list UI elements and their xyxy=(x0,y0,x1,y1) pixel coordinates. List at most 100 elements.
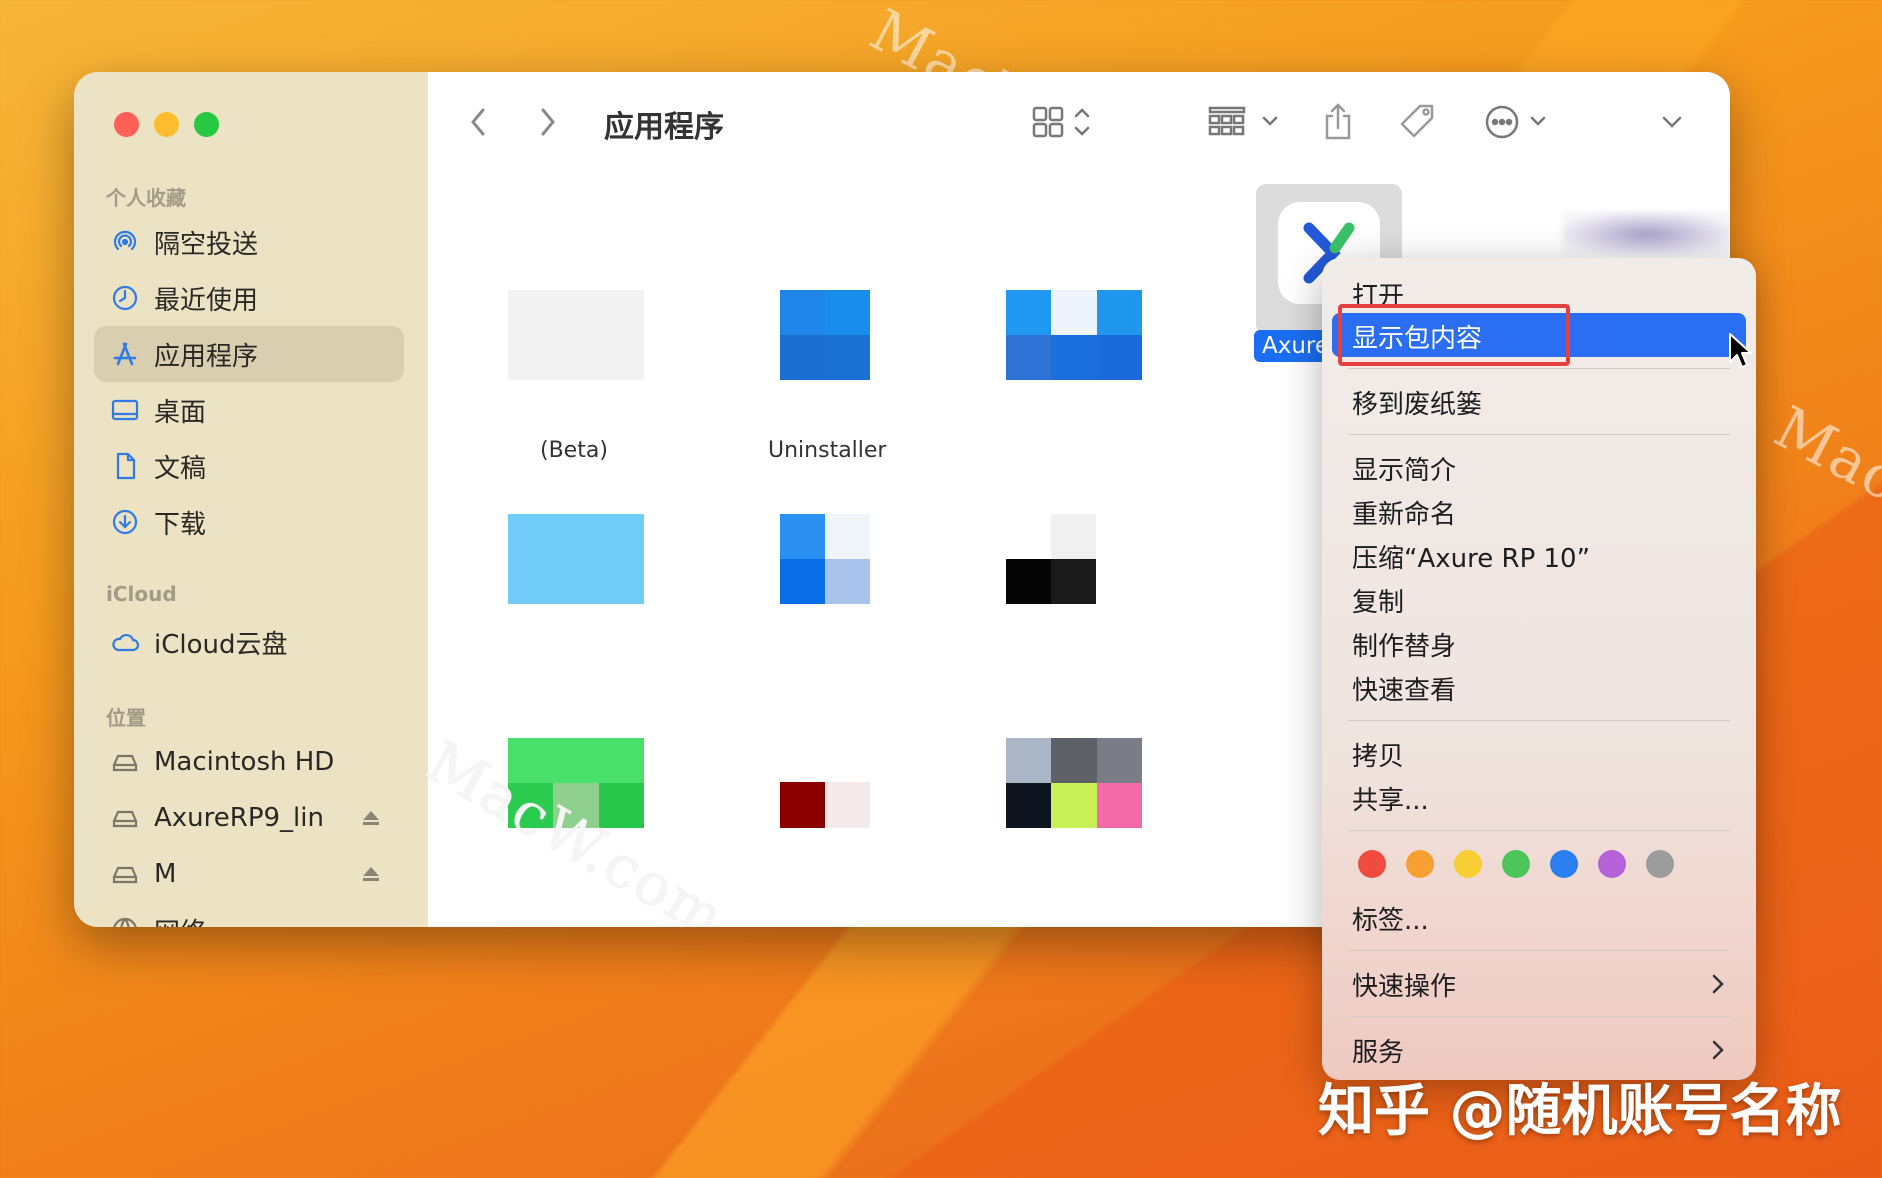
sidebar-item-label: 网络 xyxy=(154,912,206,928)
more-actions-button[interactable] xyxy=(1484,100,1554,144)
menu-separator xyxy=(1348,830,1730,831)
tag-color-dot[interactable] xyxy=(1406,850,1434,878)
tag-color-dot[interactable] xyxy=(1502,850,1530,878)
menu-item-rename[interactable]: 重新命名 xyxy=(1352,494,1456,531)
app-icon[interactable] xyxy=(1006,514,1096,604)
sidebar-item-axurerp9-volume[interactable]: AxureRP9_lin xyxy=(94,790,404,846)
menu-item-quick-look[interactable]: 快速查看 xyxy=(1352,670,1456,707)
app-icon[interactable] xyxy=(1562,212,1730,256)
chevron-down-icon xyxy=(1662,116,1682,128)
share-icon xyxy=(1325,103,1351,140)
app-icon[interactable] xyxy=(780,782,870,828)
forward-button[interactable] xyxy=(538,100,558,144)
back-button[interactable] xyxy=(468,100,488,144)
disk-icon xyxy=(110,859,140,889)
download-icon xyxy=(110,507,140,537)
icon-view-icon xyxy=(1032,106,1090,138)
mouse-pointer-icon xyxy=(1729,333,1752,368)
sidebar-item-desktop[interactable]: 桌面 xyxy=(94,382,404,438)
tag-icon xyxy=(1400,104,1434,138)
app-icon[interactable] xyxy=(780,290,870,380)
desktop-icon xyxy=(110,395,140,425)
menu-item-share[interactable]: 共享... xyxy=(1352,780,1429,817)
sidebar-item-label: iCloud云盘 xyxy=(154,629,288,660)
menu-separator xyxy=(1348,1016,1730,1017)
menu-separator xyxy=(1348,950,1730,951)
app-icon[interactable] xyxy=(780,514,870,604)
menu-separator xyxy=(1348,434,1730,435)
app-icon[interactable] xyxy=(508,290,644,380)
tag-color-dot[interactable] xyxy=(1358,850,1386,878)
search-button[interactable] xyxy=(1728,100,1730,144)
tag-color-dot[interactable] xyxy=(1454,850,1482,878)
sidebar-item-icloud-drive[interactable]: iCloud云盘 xyxy=(94,614,404,670)
chevron-right-icon xyxy=(1712,974,1724,994)
minimize-window-button[interactable] xyxy=(154,112,179,137)
menu-item-services[interactable]: 服务 xyxy=(1352,1032,1404,1069)
close-window-button[interactable] xyxy=(114,112,139,137)
menu-item-get-info[interactable]: 显示简介 xyxy=(1352,450,1456,487)
menu-item-tags[interactable]: 标签... xyxy=(1352,900,1429,937)
menu-item-quick-actions[interactable]: 快速操作 xyxy=(1352,966,1456,1003)
context-menu: 打开 显示包内容 移到废纸篓 显示简介 重新命名 压缩“Axure RP 10”… xyxy=(1322,258,1756,1080)
sidebar-item-label: AxureRP9_lin xyxy=(154,803,324,833)
window-title: 应用程序 xyxy=(604,110,724,145)
disk-icon xyxy=(110,803,140,833)
disk-icon xyxy=(110,747,140,777)
ellipsis-circle-icon xyxy=(1485,105,1546,139)
sidebar-section-locations: 位置 xyxy=(106,706,146,730)
annotation-highlight-box xyxy=(1338,304,1570,366)
sidebar-item-label: 应用程序 xyxy=(154,341,259,372)
sidebar-item-label: 下载 xyxy=(154,509,207,540)
toolbar: 应用程序 xyxy=(428,72,1730,177)
sidebar-item-label: 桌面 xyxy=(154,397,207,428)
tag-color-dot[interactable] xyxy=(1598,850,1626,878)
airdrop-icon xyxy=(110,227,140,257)
menu-item-move-to-trash[interactable]: 移到废纸篓 xyxy=(1352,384,1482,421)
chevron-right-icon xyxy=(1712,1040,1724,1060)
cloud-icon xyxy=(110,627,140,657)
watermark: Mac xyxy=(1763,392,1882,516)
sidebar-section-icloud: iCloud xyxy=(106,582,177,606)
sidebar-item-documents[interactable]: 文稿 xyxy=(94,438,404,494)
menu-separator xyxy=(1348,720,1730,721)
sidebar-item-label: M xyxy=(154,859,177,889)
caption-text: 知乎 @随机账号名称 xyxy=(1318,1079,1842,1144)
app-icon[interactable] xyxy=(1006,290,1142,380)
sidebar-item-airdrop[interactable]: 隔空投送 xyxy=(94,214,404,270)
sidebar: 个人收藏 隔空投送 最近使用 应用程序 桌面 文稿 下载 iCloud iClo… xyxy=(74,72,429,927)
app-icon[interactable] xyxy=(1006,738,1142,828)
toolbar-overflow-button[interactable] xyxy=(1660,100,1684,144)
group-grid-icon xyxy=(1208,106,1278,136)
tag-color-dot[interactable] xyxy=(1550,850,1578,878)
applications-icon xyxy=(110,339,140,369)
sidebar-item-macintosh-hd[interactable]: Macintosh HD xyxy=(94,734,404,790)
app-name: Uninstaller xyxy=(768,438,887,463)
menu-item-duplicate[interactable]: 复制 xyxy=(1352,582,1404,619)
sidebar-item-m-volume[interactable]: M xyxy=(94,846,404,902)
eject-icon[interactable] xyxy=(362,810,380,826)
menu-item-compress[interactable]: 压缩“Axure RP 10” xyxy=(1352,538,1590,575)
sidebar-item-label: Macintosh HD xyxy=(154,747,335,777)
eject-icon[interactable] xyxy=(362,866,380,882)
group-by-button[interactable] xyxy=(1208,100,1284,144)
tags-button[interactable] xyxy=(1398,100,1438,144)
chevron-right-icon xyxy=(541,108,555,136)
sidebar-item-label: 隔空投送 xyxy=(154,229,259,260)
search-icon xyxy=(1728,102,1730,142)
app-name: (Beta) xyxy=(540,438,608,463)
view-mode-button[interactable] xyxy=(1032,100,1096,144)
sidebar-item-recents[interactable]: 最近使用 xyxy=(94,270,404,326)
app-icon[interactable] xyxy=(508,514,644,604)
zoom-window-button[interactable] xyxy=(194,112,219,137)
menu-item-copy[interactable]: 拷贝 xyxy=(1352,736,1404,773)
menu-separator xyxy=(1348,368,1730,369)
clock-icon xyxy=(110,283,140,313)
share-button[interactable] xyxy=(1322,100,1354,144)
sidebar-item-downloads[interactable]: 下载 xyxy=(94,494,404,550)
sidebar-item-network[interactable]: 网络 xyxy=(94,902,404,927)
tag-color-dot[interactable] xyxy=(1646,850,1674,878)
sidebar-item-label: 最近使用 xyxy=(154,285,259,316)
sidebar-item-applications[interactable]: 应用程序 xyxy=(94,326,404,382)
menu-item-make-alias[interactable]: 制作替身 xyxy=(1352,626,1456,663)
